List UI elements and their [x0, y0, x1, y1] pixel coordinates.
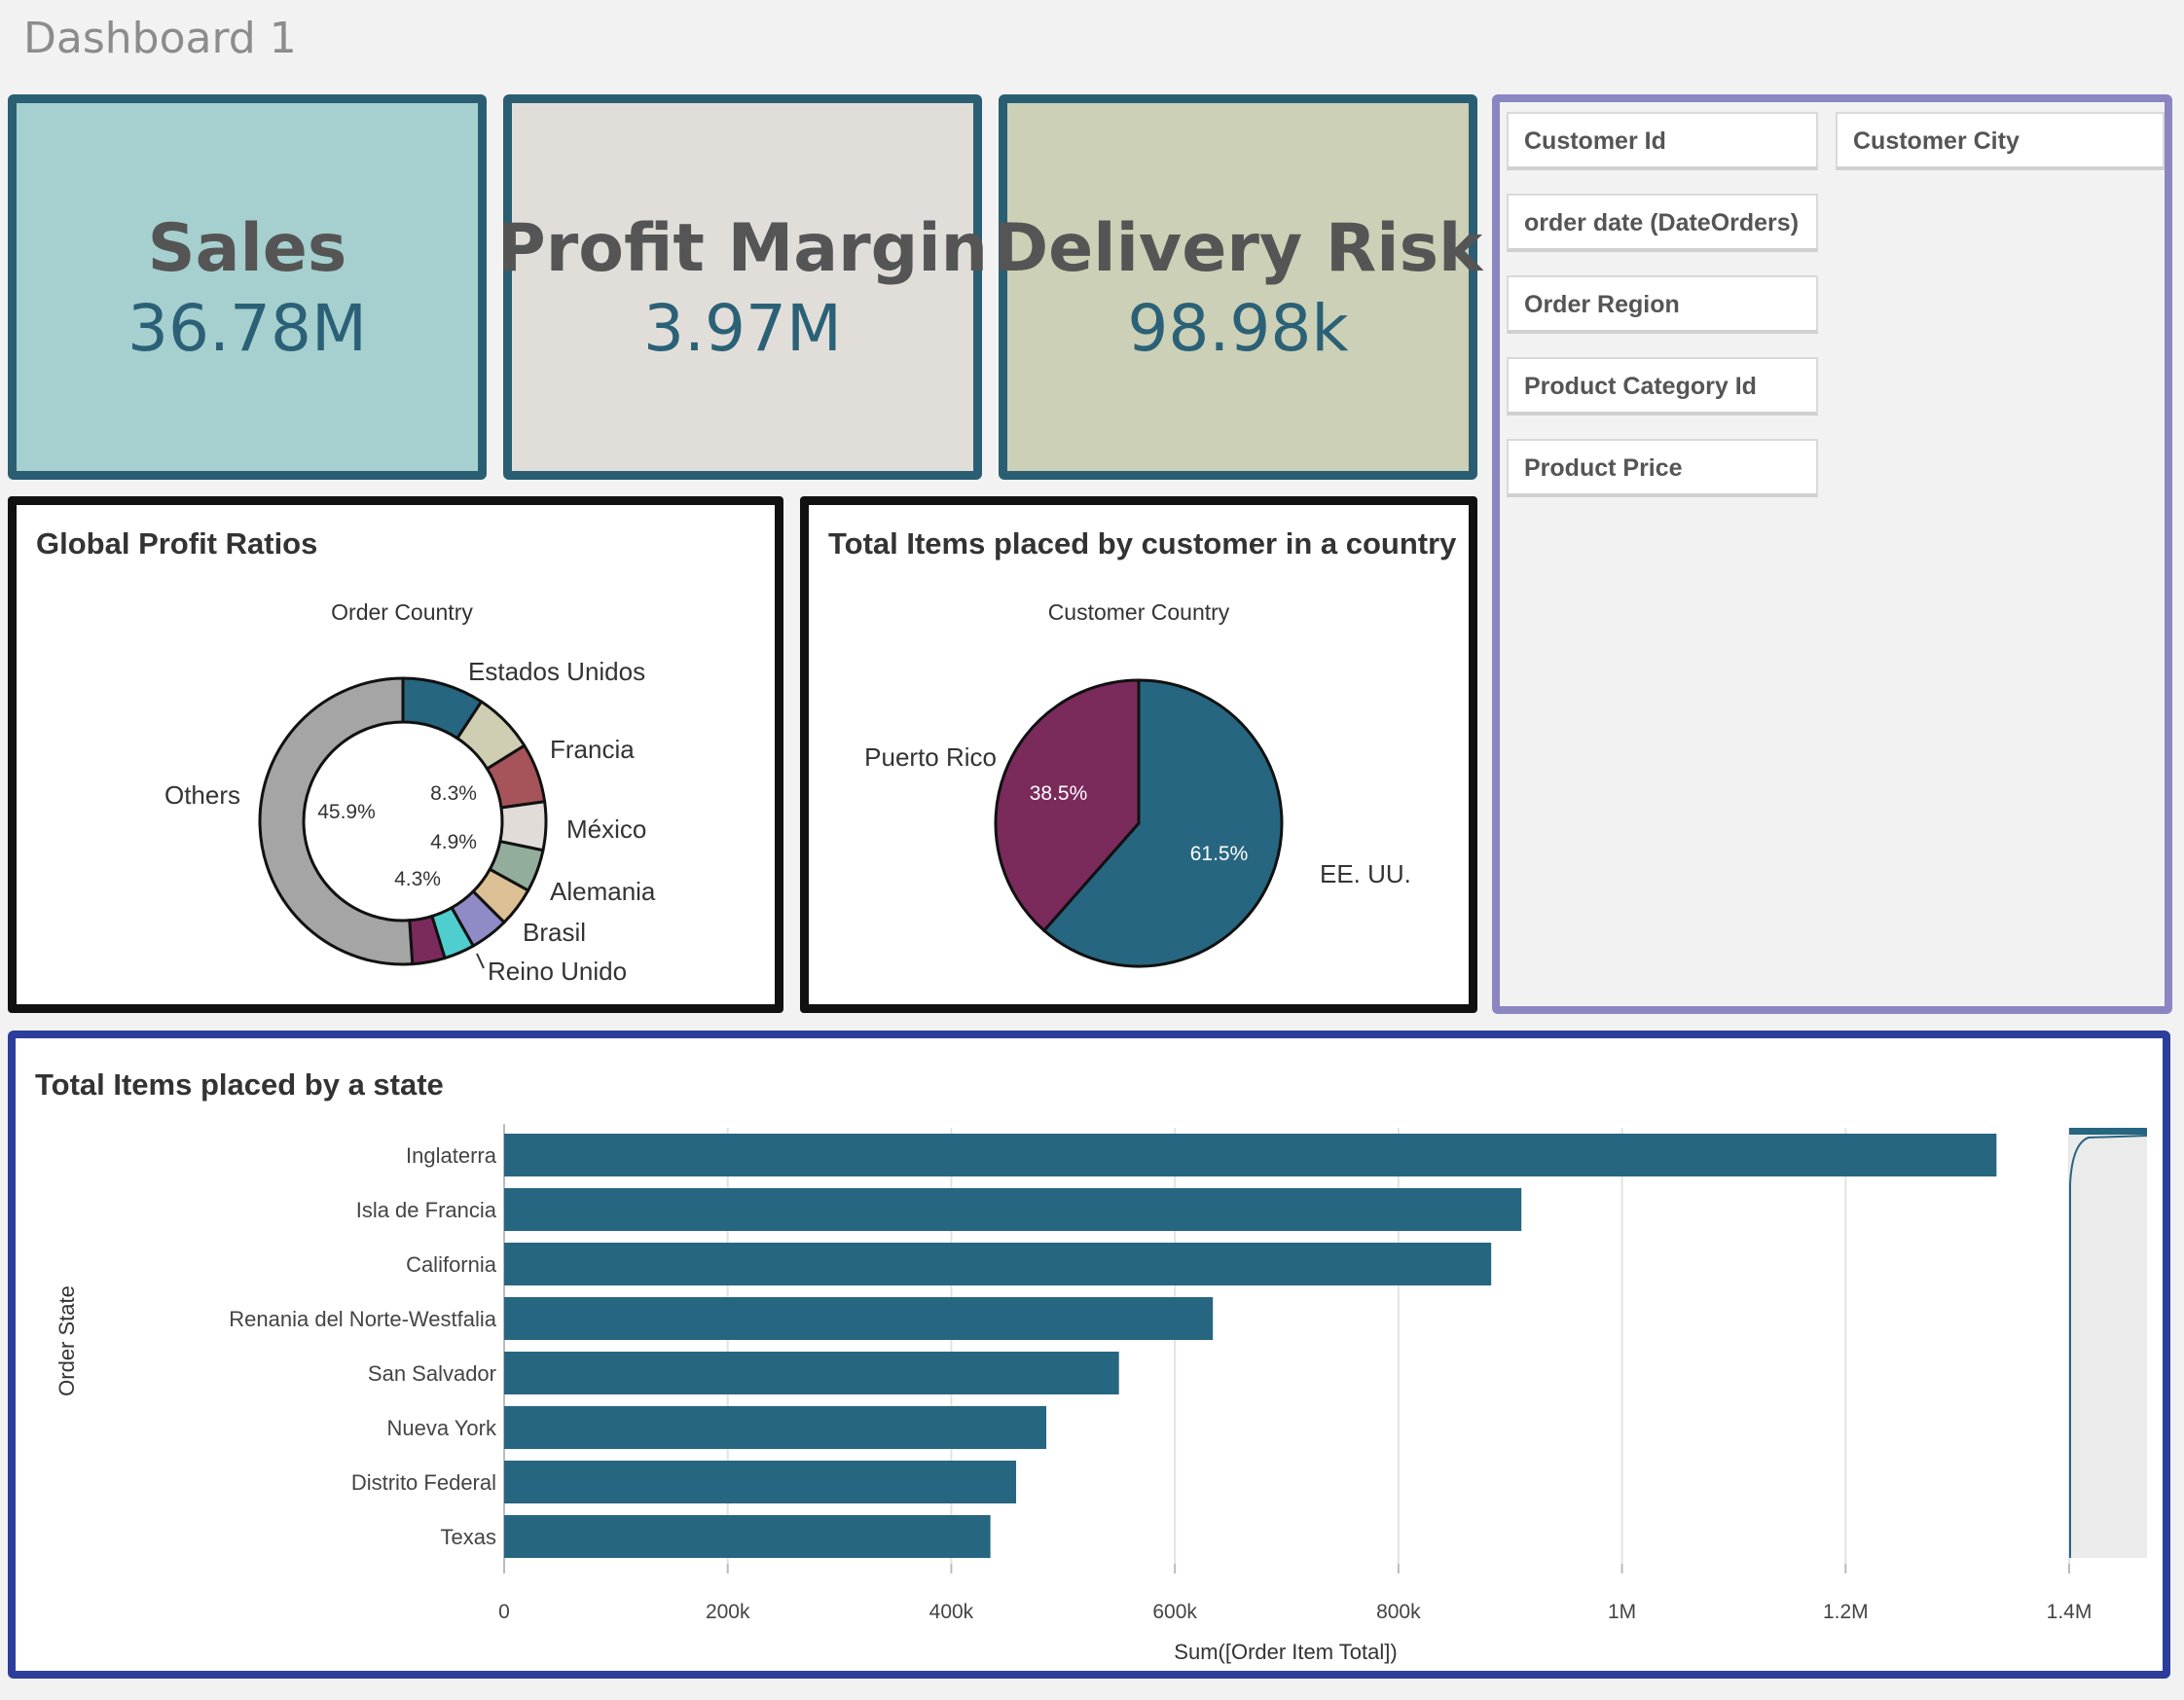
filter-customer-city[interactable]: Customer City	[1836, 112, 2165, 170]
customer-country-panel: Total Items placed by customer in a coun…	[800, 496, 1477, 1013]
bar-san-salvador[interactable]	[504, 1352, 1119, 1394]
filter-panel: Customer Id Customer City order date (Da…	[1492, 94, 2172, 1014]
donut-label-m-xico: México	[566, 814, 646, 844]
kpi-card-sales[interactable]: Sales 36.78M	[8, 94, 487, 480]
donut-inner-label: 8.3%	[430, 782, 477, 805]
bar-nueva-york[interactable]	[504, 1406, 1047, 1449]
filter-customer-id[interactable]: Customer Id	[1507, 112, 1818, 170]
bar-california[interactable]	[504, 1243, 1492, 1285]
x-tick-label: 1M	[1608, 1601, 1636, 1623]
x-tick-label: 0	[498, 1601, 510, 1623]
bar-inglaterra[interactable]	[504, 1134, 1997, 1176]
pie-percent-label: 61.5%	[1190, 843, 1249, 865]
x-tick-label: 1.4M	[2047, 1601, 2093, 1623]
category-label: Texas	[441, 1525, 496, 1549]
kpi-label: Sales	[147, 209, 347, 287]
category-label: California	[406, 1252, 497, 1277]
donut-chart[interactable]: Order Country 45.9% 8.3% 4.9% 4.3% Estad…	[17, 505, 775, 1004]
bar-chart[interactable]: Inglaterra Isla de Francia California Renan…	[16, 1038, 2163, 1671]
y-axis-label: Order State	[55, 1285, 79, 1396]
kpi-value: 98.98k	[1127, 290, 1349, 366]
x-tick-label: 800k	[1376, 1601, 1421, 1623]
donut-label-estados-unidos: Estados Unidos	[468, 657, 645, 686]
pie-label-puerto-rico: Puerto Rico	[864, 742, 997, 772]
category-label: San Salvador	[368, 1361, 496, 1386]
minimap-track[interactable]	[2069, 1128, 2147, 1558]
dimension-label: Order Country	[331, 599, 473, 625]
dimension-label: Customer Country	[1048, 599, 1230, 625]
bar-isla-de-francia[interactable]	[504, 1188, 1522, 1231]
category-label: Nueva York	[386, 1416, 497, 1440]
global-profit-ratios-panel: Global Profit Ratios Order Country 45.9%…	[8, 496, 783, 1013]
pie-chart[interactable]: Customer Country 61.5% EE. UU. 38.5% Puerto…	[809, 505, 1469, 1004]
category-label: Renania del Norte-Westfalia	[229, 1307, 496, 1331]
state-bar-panel: Total Items placed by a state Inglaterra…	[8, 1031, 2170, 1679]
scroll-minimap[interactable]	[2069, 1128, 2148, 1558]
kpi-value: 3.97M	[643, 290, 842, 366]
minimap-bar	[2069, 1128, 2147, 1135]
filter-order-region[interactable]: Order Region	[1507, 275, 1818, 334]
bar-distrito-federal[interactable]	[504, 1461, 1017, 1503]
donut-label-francia: Francia	[550, 735, 635, 764]
pie-percent-label: 38.5%	[1030, 782, 1088, 805]
kpi-card-profit-margin[interactable]: Profit Margin 3.97M	[497, 94, 988, 480]
category-label: Distrito Federal	[351, 1470, 496, 1495]
filter-product-category-id[interactable]: Product Category Id	[1507, 357, 1818, 416]
x-tick-label: 400k	[929, 1601, 974, 1623]
x-axis-label: Sum([Order Item Total])	[1174, 1640, 1397, 1664]
donut-inner-label: 45.9%	[317, 801, 376, 823]
kpi-card-delivery-risk[interactable]: Delivery Risk 98.98k	[994, 94, 1482, 480]
donut-leader-line	[476, 953, 485, 969]
donut-label-others: Others	[164, 780, 240, 810]
dashboard-title: Dashboard 1	[23, 14, 297, 63]
x-tick-label: 200k	[706, 1601, 750, 1623]
kpi-value: 36.78M	[127, 290, 367, 366]
donut-label-brasil: Brasil	[523, 918, 586, 947]
donut-label-reino-unido: Reino Unido	[488, 957, 627, 986]
category-label: Isla de Francia	[356, 1198, 497, 1222]
category-label: Inglaterra	[406, 1143, 497, 1168]
donut-label-alemania: Alemania	[550, 877, 656, 906]
pie-label-ee-uu: EE. UU.	[1320, 859, 1411, 888]
filter-order-date[interactable]: order date (DateOrders)	[1507, 194, 1818, 252]
kpi-label: Delivery Risk	[993, 209, 1483, 287]
x-tick-label: 600k	[1152, 1601, 1197, 1623]
donut-inner-label: 4.3%	[394, 868, 441, 890]
bar-renania-del-norte-westfalia[interactable]	[504, 1297, 1214, 1340]
filter-product-price[interactable]: Product Price	[1507, 439, 1818, 497]
bar-texas[interactable]	[504, 1515, 991, 1558]
donut-inner-label: 4.9%	[430, 831, 477, 853]
kpi-label: Profit Margin	[496, 209, 989, 287]
x-tick-label: 1.2M	[1823, 1601, 1869, 1623]
